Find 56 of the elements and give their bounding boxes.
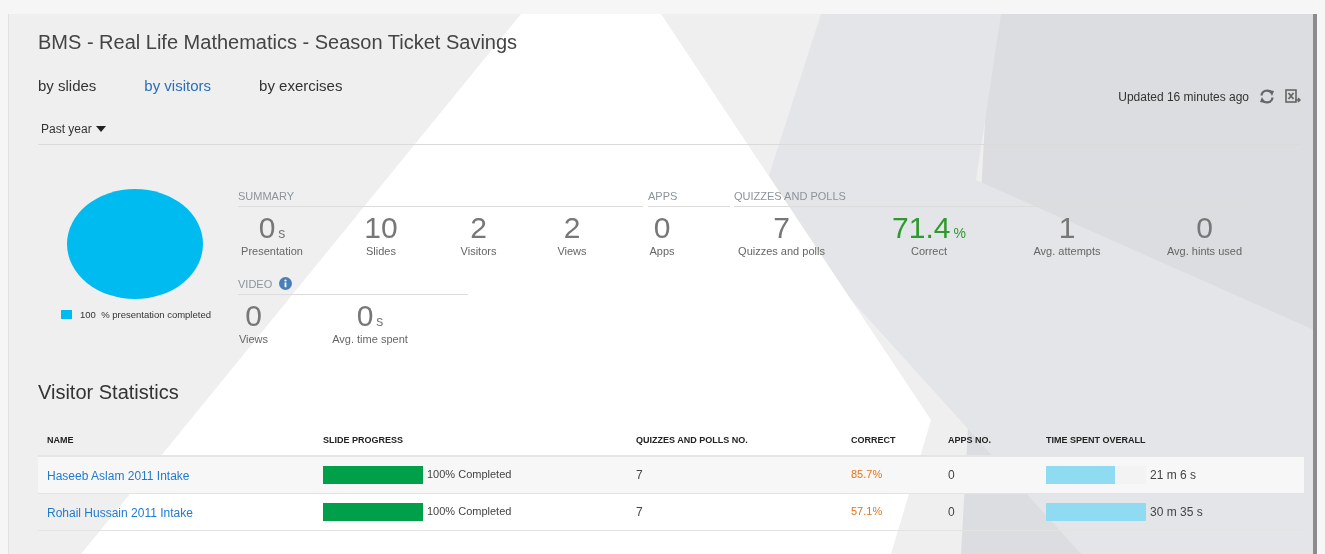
- tab[interactable]: by visitors: [144, 75, 212, 98]
- info-icon[interactable]: [279, 277, 293, 291]
- stat-label: Slides: [366, 244, 396, 259]
- group-heading: APPS: [648, 188, 678, 204]
- stat-value: 0: [1196, 211, 1213, 245]
- group-heading: SUMMARY: [238, 188, 295, 204]
- column-header: SLIDE PROGRESS: [323, 433, 404, 447]
- progress-text: 100% Completed: [427, 467, 512, 483]
- page-title: BMS - Real Life Mathematics - Season Ticket Savings: [38, 30, 519, 55]
- period-dropdown[interactable]: Past year: [41, 119, 106, 138]
- time-text: 30 m 35 s: [1150, 503, 1203, 521]
- group-heading: QUIZZES AND POLLS: [734, 188, 846, 204]
- stat-value: 0: [245, 299, 262, 333]
- stat-label: Quizzes and polls: [738, 244, 825, 259]
- export-icon[interactable]: [1285, 89, 1301, 104]
- tab[interactable]: by exercises: [259, 75, 343, 98]
- stat-label: Avg. hints used: [1167, 244, 1242, 259]
- stat-label: Avg. attempts: [1033, 244, 1101, 259]
- column-header: TIME SPENT OVERALL: [1046, 433, 1147, 447]
- progress-text: 100% Completed: [427, 504, 512, 520]
- visitor-link[interactable]: Haseeb Aslam 2011 Intake: [38, 468, 190, 483]
- stat-label: Visitors: [460, 244, 497, 259]
- stat-label: Avg. time spent: [332, 332, 408, 347]
- stat-label: Apps: [649, 244, 675, 259]
- column-header: CORRECT: [851, 433, 897, 447]
- stat-label: Presentation: [241, 244, 303, 259]
- table-cell-text: 85.7%: [851, 467, 884, 483]
- table-cell-text: 57.1%: [851, 504, 884, 520]
- column-header: QUIZZES AND POLLS NO.: [636, 433, 749, 447]
- table-cell-text: 7: [636, 503, 644, 521]
- stat-value: 0: [653, 211, 671, 245]
- column-header: NAME: [46, 433, 75, 447]
- column-header: APPS NO.: [948, 433, 992, 447]
- caret-icon: [95, 125, 106, 132]
- table-cell-text: 0: [948, 503, 956, 521]
- tab[interactable]: by slides: [38, 75, 97, 98]
- stat-value: 2: [470, 211, 487, 245]
- stat-value: 71.4%: [892, 211, 966, 245]
- stat-label: Views: [557, 244, 587, 259]
- refresh-icon[interactable]: [1259, 89, 1275, 104]
- updated-text: Updated 16 minutes ago: [1118, 88, 1249, 106]
- stat-label: Views: [238, 332, 269, 347]
- legend-text: 100 % presentation completed: [80, 307, 211, 322]
- stat-value: 2: [563, 211, 581, 245]
- stat-label: Correct: [910, 244, 948, 259]
- stat-value: 1: [1058, 211, 1076, 245]
- stat-value: 0 s: [356, 299, 384, 333]
- group-heading: VIDEO: [238, 276, 273, 292]
- table-cell-text: 7: [636, 466, 644, 484]
- table-cell-text: 0: [948, 466, 956, 484]
- stat-value: 10: [364, 211, 398, 245]
- visitor-link[interactable]: Rohail Hussain 2011 Intake: [38, 505, 193, 520]
- time-text: 21 m 6 s: [1150, 466, 1197, 484]
- stat-value: 0 s: [258, 211, 286, 245]
- stat-value: 7: [773, 211, 790, 245]
- section-title: Visitor Statistics: [38, 379, 180, 405]
